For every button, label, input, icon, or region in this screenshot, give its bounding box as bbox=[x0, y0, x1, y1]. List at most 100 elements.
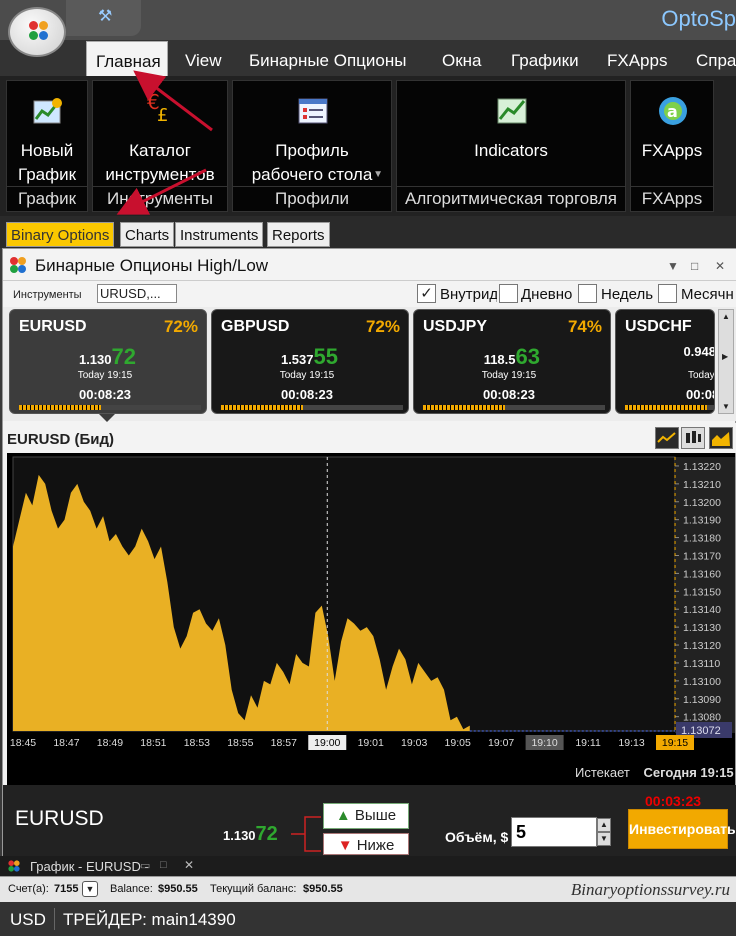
y-tick-label: 1.13080 bbox=[683, 712, 721, 724]
tab-charts[interactable]: Charts bbox=[120, 222, 175, 247]
logo-dot-green bbox=[29, 31, 38, 40]
instrument-card[interactable]: USDJPY 74% 118.563 Today 19:15 00:08:23 bbox=[413, 309, 611, 414]
close-icon[interactable]: ✕ bbox=[715, 259, 725, 273]
group-label-chart: График bbox=[7, 186, 87, 209]
menu-fxapps[interactable]: FXApps bbox=[607, 51, 667, 71]
card-expiry: Today 19:15 bbox=[77, 370, 133, 381]
panel-title: Бинарные Опционы High/Low bbox=[35, 256, 269, 275]
card-progress bbox=[221, 405, 403, 410]
trade-price: 1.13072 bbox=[223, 823, 278, 846]
candles-chart-icon[interactable] bbox=[681, 427, 705, 449]
y-tick-label: 1.13150 bbox=[683, 586, 721, 598]
group-label-profiles: Профили bbox=[233, 186, 391, 209]
x-tick-label: 19:15 bbox=[662, 737, 688, 749]
invest-button[interactable]: Инвестировать bbox=[628, 809, 736, 849]
y-tick-label: 1.13180 bbox=[683, 533, 721, 545]
card-payout: 74% bbox=[567, 317, 602, 336]
trade-area: EURUSD 1.13072 ▲ Выше ▼ Ниже Объём, $ 5 … bbox=[3, 785, 736, 857]
expiry-info: Истекает Сегодня 19:15 bbox=[575, 765, 734, 780]
new-chart-button[interactable]: Новый График bbox=[7, 139, 87, 187]
currency-icon: €£ bbox=[147, 91, 168, 123]
x-tick-label: 19:03 bbox=[401, 737, 427, 749]
app-menu-button[interactable] bbox=[8, 7, 66, 57]
card-expiry: Today bbox=[688, 370, 715, 381]
card-price: 1.53755 bbox=[212, 344, 338, 370]
filter-intraday-checkbox[interactable]: ✓ bbox=[417, 284, 436, 303]
filter-monthly-checkbox[interactable] bbox=[658, 284, 677, 303]
instrument-card[interactable]: USDCHF 0.948 Today 00:08:23 bbox=[615, 309, 715, 414]
logo-dot-blue bbox=[39, 31, 48, 40]
tab-reports[interactable]: Reports bbox=[267, 222, 330, 247]
higher-button[interactable]: ▲ Выше bbox=[323, 803, 409, 829]
quick-access-toolbar[interactable]: ⚒ bbox=[66, 0, 141, 36]
price-chart-svg[interactable]: 1.13220 1.13210 1.13200 1.13190 1.13180 1.131… bbox=[7, 453, 735, 785]
card-countdown: 00:08:23 bbox=[78, 387, 132, 402]
menu-charts[interactable]: Графики bbox=[511, 51, 579, 71]
amount-down-icon[interactable]: ▼ bbox=[597, 832, 611, 846]
scroll-right-icon[interactable]: ▶ bbox=[722, 352, 728, 361]
filter-row: Инструменты URUSD,... ✓ Внутрид Дневно Н… bbox=[3, 281, 736, 307]
x-tick-label: 19:01 bbox=[358, 737, 384, 749]
x-tick-label: 18:51 bbox=[140, 737, 166, 749]
logo-dot-red bbox=[29, 21, 38, 30]
maximize-small-icon[interactable]: □ bbox=[160, 859, 167, 871]
line-chart-icon[interactable] bbox=[655, 427, 679, 449]
instrument-card[interactable]: EURUSD 72% 1.13072 Today 19:15 00:08:23 bbox=[9, 309, 207, 414]
card-price-prefix: 1.130 bbox=[78, 352, 112, 367]
card-expiry: Today 19:15 bbox=[279, 370, 335, 381]
amount-up-icon[interactable]: ▲ bbox=[597, 818, 611, 832]
maximize-icon[interactable]: □ bbox=[691, 259, 698, 273]
cards-scrollbar[interactable]: ▲ ▶ ▼ bbox=[718, 309, 734, 414]
tab-instruments[interactable]: Instruments bbox=[175, 222, 264, 247]
app-title: OptoSp bbox=[661, 6, 736, 31]
close-small-icon[interactable]: ✕ bbox=[184, 858, 194, 872]
card-price-big: 55 bbox=[313, 344, 338, 369]
card-progress bbox=[423, 405, 605, 410]
scroll-up-icon[interactable]: ▲ bbox=[722, 312, 730, 321]
y-tick-label: 1.13090 bbox=[683, 694, 721, 706]
y-tick-label: 1.13200 bbox=[683, 497, 721, 509]
menu-home-tab[interactable]: Главная bbox=[86, 41, 168, 76]
chart-window-title: График - EURUSD - bbox=[30, 859, 149, 874]
fxapps-button[interactable]: FXApps bbox=[631, 139, 713, 163]
x-tick-label: 18:49 bbox=[97, 737, 123, 749]
y-tick-label: 1.13210 bbox=[683, 479, 721, 491]
restore-icon[interactable]: ▭ bbox=[140, 859, 150, 872]
menu-help[interactable]: Спра bbox=[696, 51, 736, 71]
price-chart[interactable]: 1.13220 1.13210 1.13200 1.13190 1.13180 1.131… bbox=[7, 453, 735, 785]
scroll-down-icon[interactable]: ▼ bbox=[722, 402, 730, 411]
current-balance-value: $950.55 bbox=[303, 883, 343, 895]
indicators-button[interactable]: Indicators bbox=[397, 139, 625, 163]
profile-button[interactable]: Профиль рабочего стола bbox=[233, 139, 391, 187]
app-logo-small-icon bbox=[8, 860, 20, 872]
menu-view[interactable]: View bbox=[185, 51, 222, 71]
ribbon: Новый График График € £ Каталог инструменто… bbox=[0, 76, 736, 216]
footer-divider bbox=[54, 908, 55, 930]
menu-windows[interactable]: Окна bbox=[442, 51, 482, 71]
chart-window-tab[interactable]: График - EURUSD - ▭ □ ✕ bbox=[0, 856, 736, 876]
instrument-select[interactable]: URUSD,... bbox=[97, 284, 177, 303]
menu-binary-options[interactable]: Бинарные Опционы bbox=[249, 51, 406, 71]
account-dropdown-icon[interactable]: ▼ bbox=[82, 881, 98, 897]
area-chart-icon[interactable] bbox=[709, 427, 733, 449]
amount-input[interactable]: 5 bbox=[511, 817, 597, 847]
profile-line1: Профиль bbox=[275, 141, 349, 160]
trader-label: ТРЕЙДЕР: main14390 bbox=[63, 910, 236, 929]
watermark: Binaryoptionssurvey.ru bbox=[570, 880, 730, 899]
filter-daily-checkbox[interactable] bbox=[499, 284, 518, 303]
filter-daily-label: Дневно bbox=[521, 286, 573, 303]
catalog-button[interactable]: Каталог инструментов bbox=[93, 139, 227, 187]
instrument-card[interactable]: GBPUSD 72% 1.53755 Today 19:15 00:08:23 bbox=[211, 309, 409, 414]
card-symbol: USDCHF bbox=[625, 318, 692, 335]
tab-binary-options[interactable]: Binary Options bbox=[6, 222, 115, 247]
tools-icon[interactable]: ⚒ bbox=[98, 8, 112, 25]
card-symbol: GBPUSD bbox=[221, 318, 290, 335]
filter-weekly-checkbox[interactable] bbox=[578, 284, 597, 303]
x-tick-label: 18:45 bbox=[10, 737, 36, 749]
lower-button[interactable]: ▼ Ниже bbox=[323, 833, 409, 855]
ribbon-group-instruments: € £ Каталог инструментов Инструменты bbox=[92, 80, 228, 212]
profile-dropdown-icon[interactable]: ▼ bbox=[373, 169, 383, 180]
ribbon-group-fxapps: a FXApps FXApps bbox=[630, 80, 714, 212]
pin-icon[interactable]: ▼ bbox=[667, 259, 679, 273]
group-label-algo: Алгоритмическая торговля bbox=[397, 186, 625, 209]
